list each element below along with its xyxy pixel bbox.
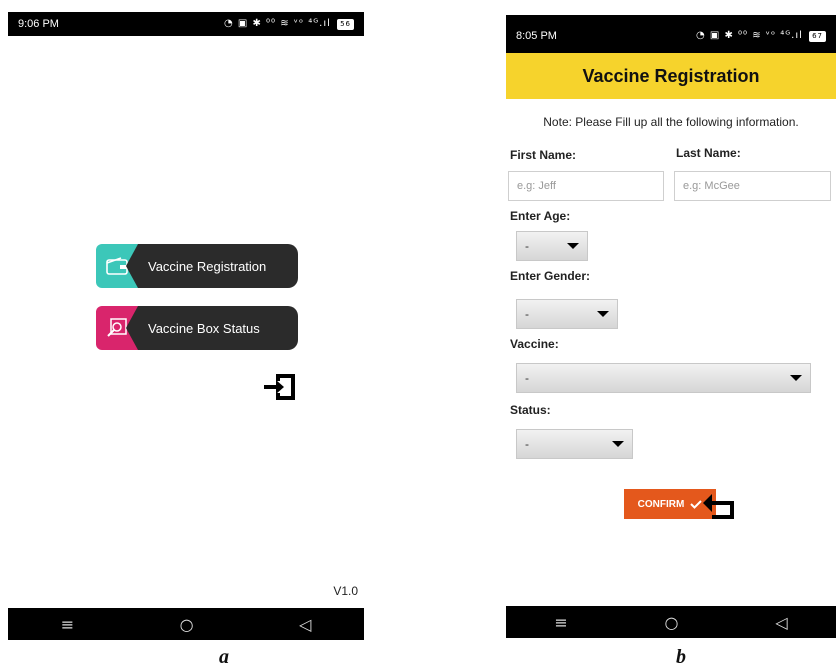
- navigation-bar: ≡ ○ ◁: [506, 606, 836, 638]
- vaccine-label: Vaccine:: [510, 337, 559, 351]
- chevron-down-icon: [567, 243, 579, 249]
- vaccine-registration-label: Vaccine Registration: [126, 244, 298, 288]
- menu-icon[interactable]: ≡: [554, 613, 567, 632]
- back-icon[interactable]: ◁: [775, 613, 787, 632]
- vaccine-select[interactable]: -: [516, 363, 811, 393]
- home-icon[interactable]: ○: [180, 615, 194, 634]
- age-value: -: [525, 239, 529, 253]
- menu-icon[interactable]: ≡: [61, 615, 74, 634]
- logout-icon[interactable]: [262, 372, 298, 402]
- version-label: V1.0: [333, 584, 358, 598]
- status-icons: ◔ ▣ ✱ ⁰⁰ ≋ ᵛᵒ ⁴ᴳ.ıl 56: [224, 18, 354, 30]
- first-name-input[interactable]: [508, 171, 664, 201]
- confirm-label: CONFIRM: [637, 498, 685, 510]
- caption-b: b: [676, 646, 686, 668]
- age-select[interactable]: -: [516, 231, 588, 261]
- status-label: Status:: [510, 403, 551, 417]
- back-icon[interactable]: ◁: [299, 615, 311, 634]
- gender-value: -: [525, 307, 529, 321]
- status-icons: ◔ ▣ ✱ ⁰⁰ ≋ ᵛᵒ ⁴ᴳ.ıl 67: [696, 30, 826, 42]
- gender-label: Enter Gender:: [510, 269, 591, 283]
- screen-a: 9:06 PM ◔ ▣ ✱ ⁰⁰ ≋ ᵛᵒ ⁴ᴳ.ıl 56 Vaccine R…: [8, 12, 364, 640]
- vaccine-value: -: [525, 371, 529, 385]
- gender-select[interactable]: -: [516, 299, 618, 329]
- status-time: 8:05 PM: [516, 30, 557, 42]
- status-bar: 9:06 PM ◔ ▣ ✱ ⁰⁰ ≋ ᵛᵒ ⁴ᴳ.ıl 56: [8, 12, 364, 36]
- return-icon[interactable]: [702, 491, 742, 521]
- age-label: Enter Age:: [510, 209, 571, 223]
- chevron-down-icon: [612, 441, 624, 447]
- vaccine-box-status-label: Vaccine Box Status: [126, 306, 298, 350]
- chevron-down-icon: [597, 311, 609, 317]
- chevron-down-icon: [790, 375, 802, 381]
- home-icon[interactable]: ○: [665, 613, 679, 632]
- status-select[interactable]: -: [516, 429, 633, 459]
- status-icon-row: ◔ ▣ ✱ ⁰⁰ ≋ ᵛᵒ ⁴ᴳ.ıl: [695, 30, 803, 41]
- battery-icon: 56: [337, 19, 354, 30]
- status-bar: 8:05 PM ◔ ▣ ✱ ⁰⁰ ≋ ᵛᵒ ⁴ᴳ.ıl 67: [506, 15, 836, 53]
- navigation-bar: ≡ ○ ◁: [8, 608, 364, 640]
- status-value: -: [525, 437, 529, 451]
- status-icon-row: ◔ ▣ ✱ ⁰⁰ ≋ ᵛᵒ ⁴ᴳ.ıl: [223, 18, 331, 29]
- form-note: Note: Please Fill up all the following i…: [543, 115, 799, 129]
- page-title: Vaccine Registration: [506, 53, 836, 99]
- last-name-input[interactable]: [674, 171, 831, 201]
- status-time: 9:06 PM: [18, 18, 59, 30]
- screen-b: 8:05 PM ◔ ▣ ✱ ⁰⁰ ≋ ᵛᵒ ⁴ᴳ.ıl 67 Vaccine R…: [506, 15, 836, 638]
- battery-icon: 67: [809, 31, 826, 42]
- checkmark-icon: [690, 499, 703, 509]
- vaccine-box-status-button[interactable]: Vaccine Box Status: [96, 306, 298, 350]
- last-name-label: Last Name:: [676, 146, 741, 160]
- first-name-label: First Name:: [510, 148, 577, 162]
- vaccine-registration-button[interactable]: Vaccine Registration: [96, 244, 298, 288]
- caption-a: a: [219, 646, 229, 668]
